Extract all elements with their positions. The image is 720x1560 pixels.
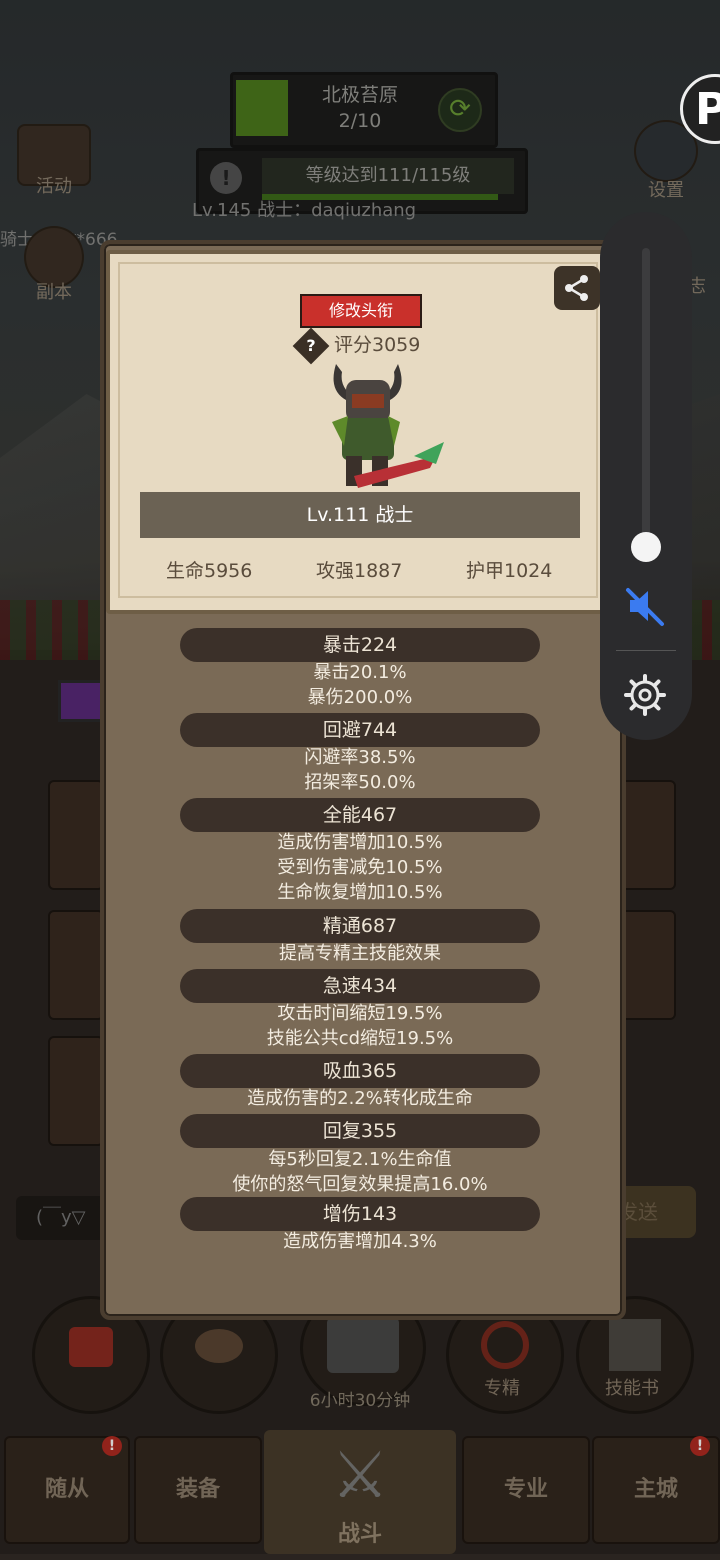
mute-icon[interactable]: [618, 578, 674, 634]
stat-hp: 生命5956: [166, 560, 253, 582]
stat-line: 造成伤害增加10.5%: [277, 832, 443, 853]
hero-avatar: [318, 360, 448, 494]
stat-line: 招架率50.0%: [304, 772, 416, 793]
stat-header-dodge: 回避744: [180, 713, 540, 747]
stat-line: 提高专精主技能效果: [279, 943, 441, 964]
volume-slider-track[interactable]: [642, 248, 650, 538]
stat-line: 暴伤200.0%: [307, 687, 413, 708]
stat-header-lifesteal: 吸血365: [180, 1054, 540, 1088]
stat-header-haste: 急速434: [180, 969, 540, 1003]
stat-header-regen: 回复355: [180, 1114, 540, 1148]
stat-line: 使你的怒气回复效果提高16.0%: [232, 1174, 488, 1195]
stat-attack: 攻强1887: [316, 560, 403, 582]
hero-name-bar: Lv.111 战士: [140, 492, 580, 538]
stat-line: 暴击20.1%: [313, 662, 407, 683]
stat-line: 造成伤害增加4.3%: [283, 1231, 437, 1252]
gear-icon[interactable]: [622, 672, 668, 718]
volume-slider-knob[interactable]: [631, 532, 661, 562]
stat-header-mastery: 精通687: [180, 909, 540, 943]
edit-title-button[interactable]: 修改头衔: [300, 294, 422, 328]
stat-line: 生命恢复增加10.5%: [277, 882, 443, 903]
volume-panel-divider: [616, 650, 676, 651]
share-icon[interactable]: [554, 266, 600, 310]
stat-line: 受到伤害减免10.5%: [277, 857, 443, 878]
stat-line: 闪避率38.5%: [304, 747, 416, 768]
score-text: 评分3059: [334, 334, 421, 356]
stat-line: 攻击时间缩短19.5%: [277, 1003, 443, 1024]
stat-header-damage-bonus: 增伤143: [180, 1197, 540, 1231]
stat-header-versatility: 全能467: [180, 798, 540, 832]
stat-line: 技能公共cd缩短19.5%: [266, 1028, 454, 1049]
question-icon[interactable]: ?: [298, 333, 324, 359]
stat-line: 造成伤害的2.2%转化成生命: [247, 1088, 473, 1109]
stat-armor: 护甲1024: [466, 560, 553, 582]
stat-line: 每5秒回复2.1%生命值: [268, 1149, 452, 1170]
stat-header-crit: 暴击224: [180, 628, 540, 662]
